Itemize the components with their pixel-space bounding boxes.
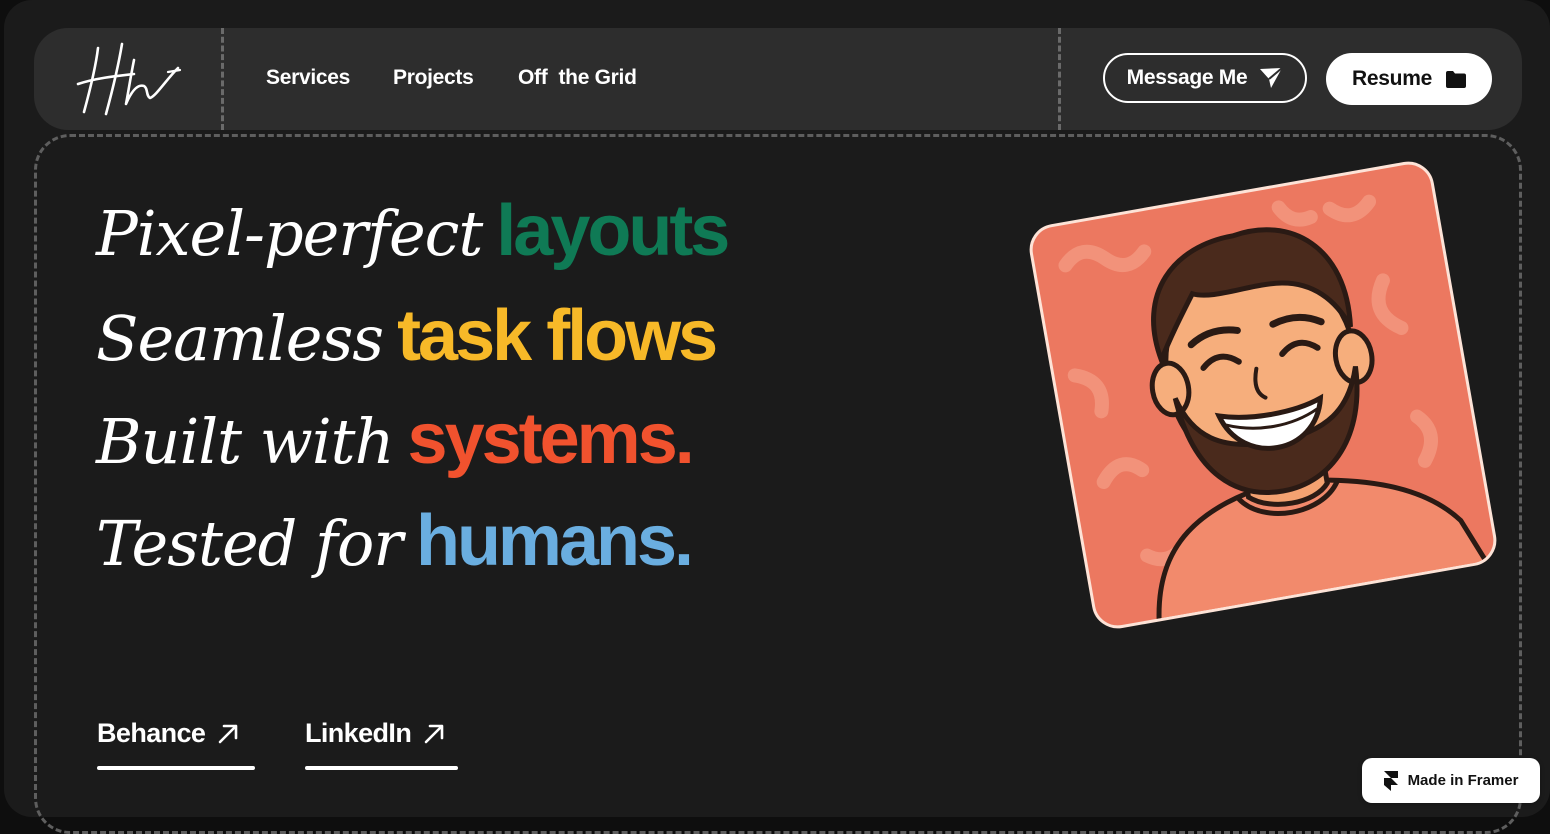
resume-label: Resume: [1352, 67, 1432, 90]
message-me-label: Message Me: [1126, 66, 1248, 89]
headline-plain-3: Built with: [96, 405, 395, 478]
behance-label: Behance: [97, 718, 206, 748]
hh-signature-logo[interactable]: [76, 40, 186, 120]
nav-divider-right: [1058, 28, 1061, 130]
headline-line-2: Seamless task flows: [96, 295, 718, 395]
resume-button[interactable]: Resume: [1326, 53, 1492, 105]
avatar: [1025, 157, 1501, 633]
smiling-man-illustration: [1058, 194, 1494, 628]
behance-link[interactable]: Behance: [97, 718, 239, 749]
linkedin-underline: [305, 766, 458, 770]
behance-underline: [97, 766, 255, 770]
message-me-button[interactable]: Message Me: [1103, 53, 1307, 103]
arrow-up-right-icon: [424, 724, 444, 743]
linkedin-label: LinkedIn: [305, 718, 412, 748]
headline-plain-4: Tested for: [96, 507, 403, 580]
made-in-framer-badge[interactable]: Made in Framer: [1362, 758, 1540, 803]
framer-logo-icon: [1383, 770, 1398, 791]
nav-link-services[interactable]: Services: [266, 64, 350, 92]
headline-accent-2: task flows: [397, 296, 718, 376]
linkedin-link[interactable]: LinkedIn: [305, 718, 445, 749]
headline-accent-1: layouts: [496, 191, 730, 271]
headline-plain-2: Seamless: [96, 302, 384, 375]
folder-icon: [1445, 70, 1466, 88]
headline-line-3: Built with systems.: [96, 398, 695, 498]
made-in-framer-label: Made in Framer: [1407, 772, 1519, 789]
headline-line-4: Tested for humans.: [96, 500, 694, 600]
nav-link-projects[interactable]: Projects: [393, 64, 474, 92]
headline-line-1: Pixel-perfect layouts: [96, 190, 730, 290]
headline-accent-4: humans.: [415, 501, 694, 581]
nav-divider-left: [221, 28, 224, 130]
headline-accent-3: systems.: [407, 399, 695, 479]
arrow-up-right-icon: [219, 724, 238, 743]
send-icon: [1260, 67, 1284, 88]
nav-link-off-the-grid[interactable]: Off the Grid: [518, 64, 637, 92]
headline-plain-1: Pixel-perfect: [96, 197, 483, 270]
